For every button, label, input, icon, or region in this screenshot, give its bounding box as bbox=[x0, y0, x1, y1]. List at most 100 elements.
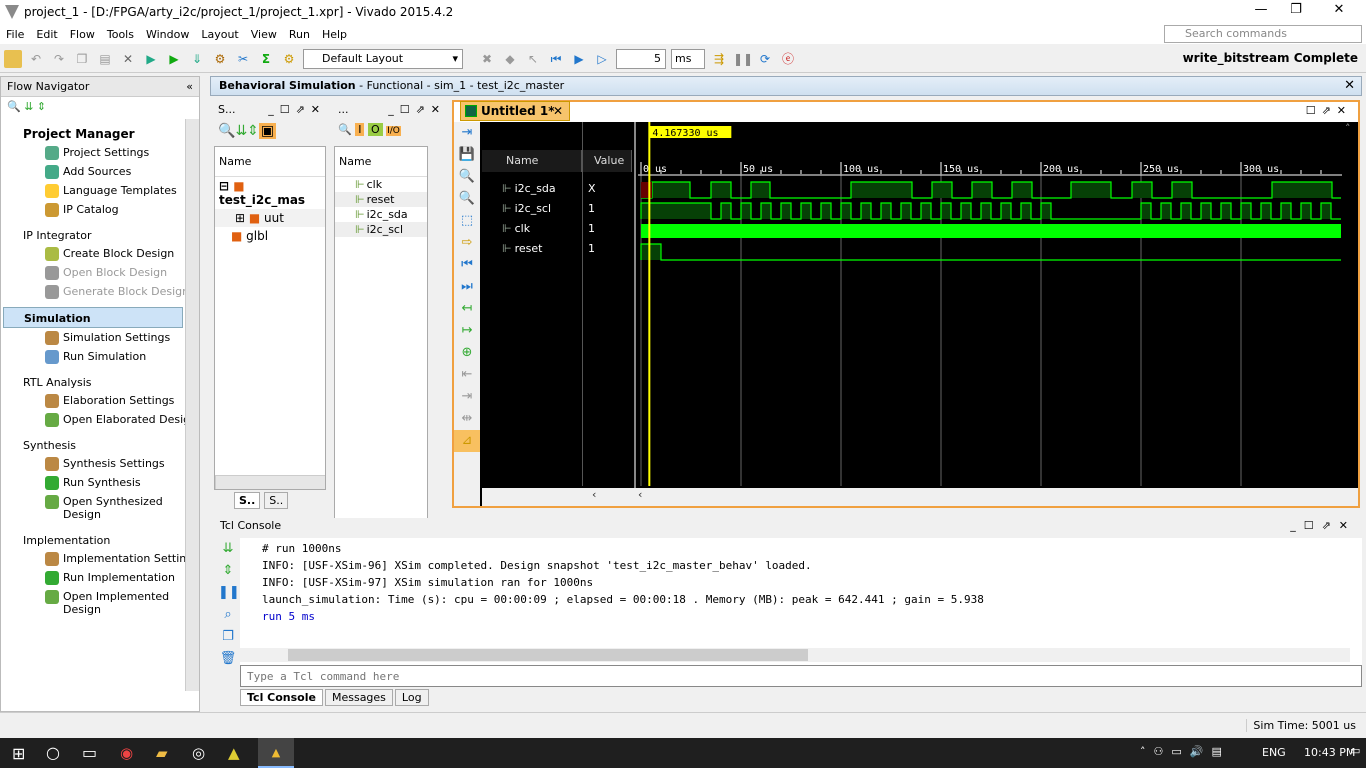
panel-controls[interactable]: _☐⇗✕ bbox=[268, 100, 326, 120]
delete-icon[interactable]: ✕ bbox=[119, 50, 137, 68]
tab-tcl-console[interactable]: Tcl Console bbox=[240, 689, 323, 706]
next-transition-icon[interactable]: ↦ bbox=[454, 320, 480, 342]
file-explorer-icon[interactable]: ▰ bbox=[156, 744, 168, 762]
search-icon[interactable]: 🔍 bbox=[218, 123, 235, 139]
sigma-report-icon[interactable]: Σ bbox=[257, 50, 275, 68]
close-sim-icon[interactable]: ✕ bbox=[1344, 77, 1355, 95]
tcl-command-input[interactable] bbox=[240, 665, 1362, 687]
copy-icon[interactable]: ❐ bbox=[73, 50, 91, 68]
flow-item-generate-block-design[interactable]: Generate Block Design bbox=[1, 282, 199, 301]
pause-output-icon[interactable]: ❚❚ bbox=[218, 582, 240, 604]
inout-filter-icon[interactable]: I/O bbox=[386, 126, 401, 136]
signal-row-clk[interactable]: ⊩ clk bbox=[502, 222, 582, 235]
input-filter-icon[interactable]: I bbox=[355, 123, 365, 136]
undo-icon[interactable]: ↶ bbox=[27, 50, 45, 68]
search-commands-input[interactable]: Search commands bbox=[1164, 25, 1362, 43]
flow-section-implementation[interactable]: Implementation bbox=[1, 530, 199, 549]
open-project-icon[interactable] bbox=[4, 49, 22, 68]
run-all-icon[interactable]: ▶ bbox=[142, 50, 160, 68]
menu-edit[interactable]: Edit bbox=[30, 28, 63, 41]
output-filter-icon[interactable]: O bbox=[367, 123, 383, 136]
flow-section-rtl-analysis[interactable]: RTL Analysis bbox=[1, 372, 199, 391]
flow-section-project-manager[interactable]: Project Manager bbox=[1, 123, 199, 143]
menu-run[interactable]: Run bbox=[283, 28, 316, 41]
collapse-icon[interactable]: « bbox=[186, 77, 193, 97]
column-header-name[interactable]: Name bbox=[335, 147, 427, 177]
menu-tools[interactable]: Tools bbox=[101, 28, 140, 41]
go-to-end-icon[interactable]: ⏭ bbox=[454, 276, 480, 298]
panel-controls[interactable]: _☐⇗✕ bbox=[388, 100, 446, 120]
collapse-all-icon[interactable]: ⇊ bbox=[218, 538, 238, 560]
flow-section-synthesis[interactable]: Synthesis bbox=[1, 435, 199, 454]
break-icon[interactable]: ◆ bbox=[501, 50, 519, 68]
column-header-name[interactable]: Name bbox=[482, 150, 582, 172]
run-icon[interactable]: ▶ bbox=[165, 50, 183, 68]
column-header-name[interactable]: Name bbox=[215, 147, 325, 177]
windows-start-icon[interactable]: ⊞ bbox=[12, 744, 25, 763]
ip-icon[interactable]: ⚙ bbox=[280, 50, 298, 68]
minimize-button[interactable]: — bbox=[1246, 2, 1276, 17]
tree-item-test-i2c-master[interactable]: ⊟ ■ test_i2c_mas bbox=[215, 177, 325, 209]
menu-help[interactable]: Help bbox=[316, 28, 353, 41]
tree-item-glbl[interactable]: ■ glbl bbox=[215, 227, 325, 245]
zoom-out-icon[interactable]: 🔍 bbox=[454, 188, 480, 210]
flow-item-run-simulation[interactable]: Run Simulation bbox=[1, 347, 199, 366]
flow-section-simulation[interactable]: Simulation bbox=[3, 307, 183, 328]
object-item-i2c_scl[interactable]: ⊩ i2c_scl bbox=[335, 222, 427, 237]
relaunch-icon[interactable]: ⟳ bbox=[756, 50, 774, 68]
tab-scopes[interactable]: S.. bbox=[234, 492, 261, 509]
zoom-in-icon[interactable]: 🔍 bbox=[454, 166, 480, 188]
flow-item-open-block-design[interactable]: Open Block Design bbox=[1, 263, 199, 282]
flow-item-open-synthesized-design[interactable]: Open Synthesized Design bbox=[1, 492, 199, 524]
menu-flow[interactable]: Flow bbox=[64, 28, 101, 41]
tray-icons[interactable]: ˄⚇▭🔊▤ bbox=[1140, 745, 1230, 758]
cortana-icon[interactable]: ○ bbox=[46, 743, 60, 762]
panel-controls[interactable]: ☐⇗✕ bbox=[1306, 104, 1352, 117]
restart-sim-icon[interactable]: ⏮ bbox=[547, 50, 565, 68]
next-marker-icon[interactable]: ⇥ bbox=[454, 386, 480, 408]
flow-item-open-implemented-design[interactable]: Open Implemented Design bbox=[1, 587, 199, 619]
expand-all-icon[interactable]: ⇕ bbox=[247, 123, 259, 139]
flow-item-implementation-settings[interactable]: Implementation Settings bbox=[1, 549, 199, 568]
flow-section-ip-integrator[interactable]: IP Integrator bbox=[1, 225, 199, 244]
snap-icon[interactable]: ⊿ bbox=[454, 430, 480, 452]
flow-item-elaboration-settings[interactable]: Elaboration Settings bbox=[1, 391, 199, 410]
flow-item-open-elaborated-design[interactable]: Open Elaborated Design bbox=[1, 410, 199, 429]
notifications-icon[interactable]: ▭ bbox=[1350, 744, 1360, 757]
flow-item-synthesis-settings[interactable]: Synthesis Settings bbox=[1, 454, 199, 473]
clear-icon[interactable]: 🗑 bbox=[218, 648, 238, 670]
flow-item-project-settings[interactable]: Project Settings bbox=[1, 143, 199, 162]
vivado-taskbar-icon[interactable]: ▲ bbox=[258, 738, 294, 768]
flow-item-run-synthesis[interactable]: Run Synthesis bbox=[1, 473, 199, 492]
run-all-sim-icon[interactable]: ▶ bbox=[570, 50, 588, 68]
redo-icon[interactable]: ↷ bbox=[50, 50, 68, 68]
go-to-cursor-icon[interactable]: ⇨ bbox=[454, 232, 480, 254]
menu-file[interactable]: File bbox=[0, 28, 30, 41]
copy-icon[interactable]: ❐ bbox=[218, 626, 238, 648]
steam-icon[interactable]: ◎ bbox=[192, 744, 205, 762]
waveform-canvas[interactable]: 0 us 50 us 100 us 150 us 200 us 250 us 300 us 4… bbox=[638, 122, 1342, 486]
step-icon[interactable]: ⇶ bbox=[710, 50, 728, 68]
flow-item-simulation-settings[interactable]: Simulation Settings bbox=[1, 328, 199, 347]
flow-item-run-implementation[interactable]: Run Implementation bbox=[1, 568, 199, 587]
cursor-icon[interactable]: ↖ bbox=[524, 50, 542, 68]
flow-item-add-sources[interactable]: Add Sources bbox=[1, 162, 199, 181]
expand-all-icon[interactable]: ⇕ bbox=[37, 100, 46, 113]
tools-icon[interactable]: ✂ bbox=[234, 50, 252, 68]
panel-controls[interactable]: _☐⇗✕ bbox=[1290, 518, 1356, 534]
signal-row-reset[interactable]: ⊩ reset bbox=[502, 242, 582, 255]
find-icon[interactable]: ⌕ bbox=[218, 604, 238, 626]
search-icon[interactable]: 🔍 bbox=[7, 100, 21, 113]
prev-marker-icon[interactable]: ⇤ bbox=[454, 364, 480, 386]
zoom-area-icon[interactable]: ⬚ bbox=[454, 210, 480, 232]
task-view-icon[interactable]: ▭ bbox=[82, 743, 97, 762]
flow-nav-scrollbar[interactable] bbox=[185, 119, 199, 691]
maximize-button[interactable]: ❐ bbox=[1281, 2, 1311, 17]
tab-log[interactable]: Log bbox=[394, 689, 429, 706]
flow-item-ip-catalog[interactable]: IP Catalog bbox=[1, 200, 199, 219]
chip-icon[interactable]: ▣ bbox=[258, 123, 277, 139]
collapse-all-icon[interactable]: ⇊ bbox=[235, 123, 247, 139]
wave-h-scrollbar[interactable]: ‹ ‹ bbox=[482, 488, 1358, 506]
chrome-icon[interactable]: ◉ bbox=[120, 744, 133, 762]
object-item-i2c_sda[interactable]: ⊩ i2c_sda bbox=[335, 207, 427, 222]
